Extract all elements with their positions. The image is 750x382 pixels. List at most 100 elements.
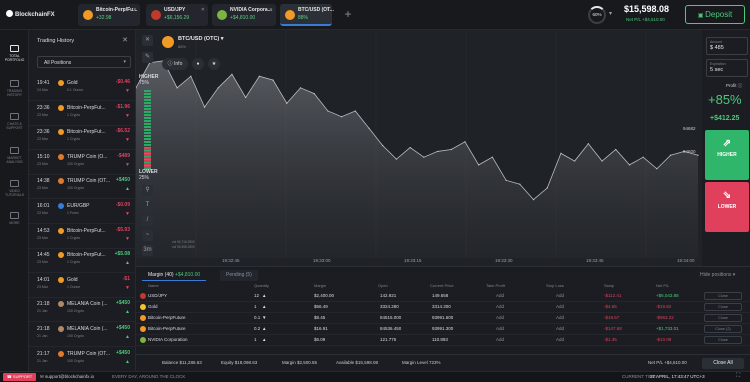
deposit-button[interactable]: ▣ Deposit	[685, 5, 745, 24]
panel-title: Trading History	[37, 38, 75, 44]
cell-sl[interactable]: Add	[556, 337, 564, 342]
star-icon[interactable]: ★	[208, 58, 220, 70]
price-point	[409, 146, 411, 149]
cell-sl[interactable]: Add	[556, 304, 564, 309]
asset-icon	[217, 10, 227, 20]
fullscreen-icon[interactable]: ⛶	[736, 373, 740, 380]
row-time: 21:18	[37, 301, 50, 308]
position-row[interactable]: Bitcoin-PerpFuture 0.1 $8.45 84515.000 93991…	[136, 313, 750, 324]
history-row[interactable]: 21:18 21 Jan MELANIA Coin (... 100 Crypto +$…	[29, 321, 136, 347]
footer: ☎ SUPPORT ✉ support@blockchainfx.io EVER…	[0, 371, 750, 382]
interval-button[interactable]: 3m	[142, 245, 153, 256]
line-tool-icon[interactable]: /	[142, 215, 153, 226]
row-date: 21 Jan	[37, 358, 48, 363]
collapse-icon[interactable]: ✕	[142, 35, 153, 46]
close-icon[interactable]: ✕	[269, 7, 273, 13]
tab-0[interactable]: Bitcoin-Perp/Fu... +32.98 ✕	[78, 4, 140, 26]
pencil-icon[interactable]: ✎	[142, 52, 153, 63]
tab-margin[interactable]: Margin (40) +$4,810.00	[142, 270, 207, 281]
price-point	[190, 75, 192, 77]
tab-2[interactable]: NVIDIA Corpora... +$4,810.00 ✕	[212, 4, 276, 26]
close-position-button[interactable]: Close	[704, 336, 742, 344]
history-row[interactable]: 15:10 23 Mar TRUMP Coin (O... 100 Crypto -$4…	[29, 149, 136, 175]
cell-tp[interactable]: Add	[496, 326, 504, 331]
cell-sl[interactable]: Add	[556, 293, 564, 298]
profit-value: +$412.25	[710, 115, 740, 122]
sidebar-item-2[interactable]: CHATS & SUPPORT	[0, 113, 29, 130]
history-row[interactable]: 21:17 21 Jan TRUMP Coin (OT... 100 Crypto +$…	[29, 346, 136, 372]
higher-button[interactable]: ⇗ HIGHER	[705, 130, 749, 180]
amount-field[interactable]: Amount $ 485	[706, 37, 748, 55]
info-button[interactable]: ⓘ Info	[162, 58, 188, 70]
position-row[interactable]: NVIDIA Corporation 1 $6.09 121.775 110.893 Ad…	[136, 335, 750, 346]
draw-icon[interactable]: ⚲	[142, 185, 153, 196]
position-row[interactable]: Gold 1 $66.49 3324.280 3314.300 Add Add -$4.65 -…	[136, 302, 750, 313]
add-tab-button[interactable]: +	[340, 6, 356, 22]
progress-circle[interactable]: 60%	[588, 6, 606, 24]
sidebar-item-label: MORE	[9, 221, 20, 225]
wave-icon[interactable]: ~	[142, 230, 153, 241]
dropdown-icon[interactable]: ▾	[609, 10, 612, 17]
cell-tp[interactable]: Add	[496, 293, 504, 298]
tab-3[interactable]: BTC/USD (OT... 88% ✕	[280, 4, 334, 26]
close-position-button[interactable]: Close	[704, 314, 742, 322]
support-button[interactable]: ☎ SUPPORT	[3, 373, 36, 381]
history-row[interactable]: 16:01 23 Mar EUR/GBP 1 Forex -$0.09 ▼	[29, 198, 136, 224]
price-point	[258, 75, 260, 77]
close-icon[interactable]: ✕	[122, 36, 128, 44]
sidebar-item-3[interactable]: MARKET ANALYSIS	[0, 147, 29, 164]
close-position-button[interactable]: Close	[704, 292, 742, 300]
bell-icon[interactable]: ●	[192, 58, 204, 70]
price-chart[interactable]	[136, 30, 702, 266]
cell-tp[interactable]: Add	[496, 304, 504, 309]
cell-cur: 93991.300	[432, 326, 454, 331]
cell-qty: 1	[254, 337, 257, 342]
row-amount: 1 Ounce	[67, 284, 81, 289]
history-row[interactable]: 21:18 21 Jan MELANIA Coin (... 100 Crypto +$…	[29, 296, 136, 323]
price-label-2: 94600	[683, 149, 696, 154]
positions-filter-select[interactable]: All Positions ▾	[37, 56, 131, 68]
close-icon[interactable]: ✕	[133, 7, 137, 13]
x-tick-label: 19:34:00	[677, 258, 695, 263]
cell-sl[interactable]: Add	[556, 315, 564, 320]
expiration-field[interactable]: Expiration 5 sec	[706, 59, 748, 77]
history-row[interactable]: 23:36 23 Mar Bitcoin-PerpFut... 1 Crypto -$6…	[29, 124, 136, 151]
close-icon[interactable]: ✕	[201, 7, 205, 13]
sidebar-item-1[interactable]: TRADING HISTORY	[0, 80, 29, 97]
arrow-down-icon: ▼	[125, 284, 130, 291]
arrow-up-icon: ▲	[125, 358, 130, 365]
lower-button[interactable]: ⇘ LOWER	[705, 182, 749, 232]
history-row[interactable]: 23:36 23 Mar Bitcoin-PerpFut... 1 Crypto -$1…	[29, 100, 136, 126]
history-row[interactable]: 14:38 23 Mar TRUMP Coin (OT... 100 Crypto +$…	[29, 173, 136, 200]
history-row[interactable]: 14:45 23 Mar Bitcoin-PerpFut... 1 Crypto +$5…	[29, 247, 136, 274]
row-time: 14:45	[37, 252, 50, 259]
sidebar-item-5[interactable]: MORE	[0, 212, 29, 225]
row-date: 23 Mar	[37, 284, 48, 289]
cell-tp[interactable]: Add	[496, 315, 504, 320]
history-row[interactable]: 14:01 23 Mar Gold 1 Ounce -$1 ▼	[29, 272, 136, 298]
app-logo[interactable]: BlockchainFX	[6, 10, 55, 18]
account-balance[interactable]: $15,598.08	[624, 4, 669, 14]
close-icon[interactable]: ✕	[325, 7, 329, 13]
asset-payout: 88%	[178, 44, 187, 49]
hide-positions-button[interactable]: Hide positions ▾	[694, 270, 741, 281]
tab-pending[interactable]: Pending (5)	[220, 270, 258, 281]
position-row[interactable]: USD/JPY 12 $2,400.00 142.921 149.658 Add Add -$…	[136, 291, 750, 302]
cell-pl: +$1,733.01	[656, 326, 679, 331]
tab-1[interactable]: USD/JPY +$6,156.29 ✕	[146, 4, 208, 26]
history-row[interactable]: 14:53 23 Mar Bitcoin-PerpFut... 1 Crypto -$5…	[29, 223, 136, 249]
position-row[interactable]: Bitcoin-PerpFuture 0.2 $16.91 84536.450 9399…	[136, 324, 750, 335]
asset-icon	[58, 80, 64, 86]
cell-tp[interactable]: Add	[496, 337, 504, 342]
sidebar-item-4[interactable]: VIDEO TUTORIALS	[0, 180, 29, 197]
tab-pct: +$6,156.29	[164, 15, 190, 21]
close-position-button[interactable]: Close	[704, 303, 742, 311]
sidebar-item-0[interactable]: TOTAL PORTFOLIO	[0, 45, 29, 62]
close-all-button[interactable]: Close All	[702, 358, 744, 369]
cell-sl[interactable]: Add	[556, 326, 564, 331]
timeframe-icon[interactable]: T	[142, 200, 153, 211]
history-row[interactable]: 19:41 24 Mar Gold 0.1 Ounce -$0.46 ▼	[29, 75, 136, 101]
close-position-button[interactable]: Close (2)	[704, 325, 742, 333]
price-point	[217, 87, 219, 89]
support-email[interactable]: ✉ support@blockchainfx.io	[40, 374, 94, 380]
